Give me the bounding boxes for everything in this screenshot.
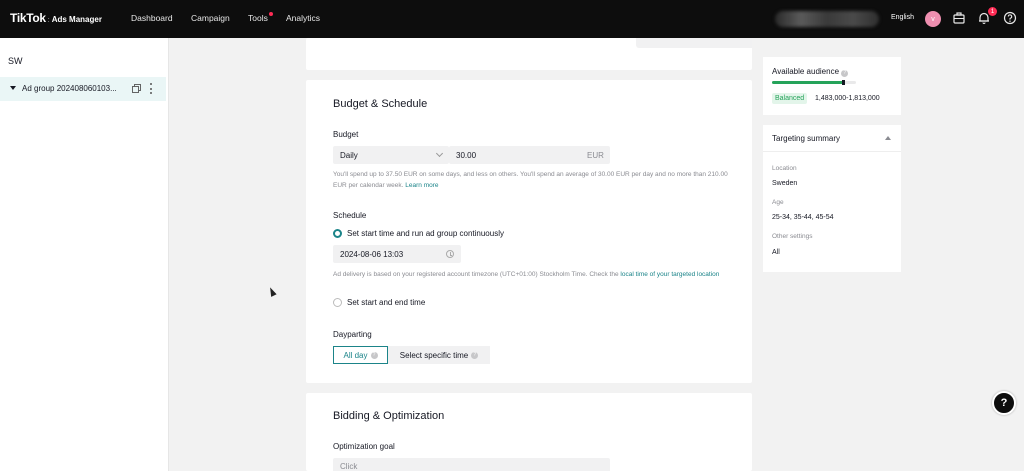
audience-size-meter: [772, 80, 856, 85]
collapse-icon[interactable]: [885, 136, 891, 140]
location-value: Sweden: [772, 180, 798, 187]
schedule-continuous-radio[interactable]: [333, 229, 342, 238]
info-icon[interactable]: ?: [841, 70, 849, 77]
learn-more-link[interactable]: Learn more: [405, 182, 438, 189]
notification-count-badge: 1: [988, 7, 997, 16]
timezone-help-body: Ad delivery is based on your registered …: [333, 271, 619, 278]
section-tab-fragment: [636, 38, 752, 48]
bidding-optimization-card: Bidding & Optimization Optimization goal…: [306, 393, 752, 471]
optimization-goal-label: Optimization goal: [333, 442, 395, 451]
audience-meter-fill: [772, 81, 844, 84]
divider: [763, 151, 901, 152]
previous-section-card: [306, 38, 752, 70]
account-label: SW: [8, 56, 23, 66]
chevron-down-icon: [435, 149, 444, 158]
budget-help-body: You'll spend up to 37.50 EUR on some day…: [333, 171, 728, 189]
dayparting-specific-time-button[interactable]: Select specific time ?: [388, 346, 490, 364]
budget-label: Budget: [333, 130, 359, 139]
avatar[interactable]: v: [925, 11, 941, 27]
available-audience-title: Available audience ?: [772, 67, 849, 77]
other-settings-label: Other settings: [772, 233, 813, 240]
logo-separator: :: [47, 17, 50, 24]
local-time-link[interactable]: local time of your targeted location: [620, 271, 719, 278]
schedule-label: Schedule: [333, 211, 367, 220]
tools-notification-dot: [268, 12, 273, 16]
available-audience-label: Available audience: [772, 67, 840, 76]
top-navigation-bar: TikTok : Ads Manager Dashboard Campaign …: [0, 0, 1024, 38]
help-floating-button[interactable]: ?: [992, 391, 1016, 415]
clock-icon: [446, 250, 454, 258]
copy-icon[interactable]: [132, 84, 141, 93]
tiktok-ads-manager-logo[interactable]: TikTok : Ads Manager: [10, 11, 102, 25]
budget-type-value: Daily: [340, 151, 358, 160]
info-icon: ?: [471, 351, 479, 359]
schedule-continuous-label[interactable]: Set start time and run ad group continuo…: [347, 229, 504, 238]
budget-currency: EUR: [587, 151, 604, 160]
age-label: Age: [772, 199, 784, 206]
bidding-section-title: Bidding & Optimization: [333, 410, 445, 422]
timezone-help-text: Ad delivery is based on your registered …: [333, 269, 733, 280]
budget-amount-value: 30.00: [456, 151, 477, 160]
budget-amount-input[interactable]: 30.00 EUR: [449, 146, 610, 164]
budget-help-text: You'll spend up to 37.50 EUR on some day…: [333, 169, 733, 191]
nav-campaign[interactable]: Campaign: [191, 13, 230, 23]
schedule-start-end-radio[interactable]: [333, 298, 342, 307]
other-settings-value: All: [772, 249, 780, 256]
start-datetime-picker[interactable]: 2024-08-06 13:03: [333, 245, 461, 263]
logo-brand: TikTok: [10, 11, 46, 25]
audience-status-badge: Balanced: [772, 93, 808, 104]
nav-tools[interactable]: Tools: [248, 12, 273, 23]
audience-range: 1,483,000-1,813,000: [815, 95, 880, 102]
mouse-cursor: [267, 286, 277, 297]
available-audience-panel: Available audience ? Balanced 1,483,000-…: [763, 57, 901, 115]
help-circle-icon[interactable]: [1003, 11, 1017, 25]
schedule-start-end-label[interactable]: Set start and end time: [347, 298, 425, 307]
audience-meter-indicator: [842, 80, 846, 85]
language-selector[interactable]: English: [891, 14, 914, 21]
targeting-summary-panel: Targeting summary Location Sweden Age 25…: [763, 125, 901, 272]
budget-schedule-card: Budget & Schedule Budget Daily 30.00 EUR…: [306, 80, 752, 383]
location-label: Location: [772, 165, 797, 172]
specific-time-label: Select specific time: [399, 350, 469, 360]
optimization-goal-select[interactable]: Click: [333, 458, 610, 471]
nav-analytics[interactable]: Analytics: [286, 13, 320, 23]
budget-section-title: Budget & Schedule: [333, 98, 428, 110]
briefcase-icon[interactable]: [952, 11, 966, 25]
optimization-goal-value: Click: [340, 462, 358, 471]
more-vertical-icon[interactable]: [149, 83, 153, 94]
all-day-label: All day: [343, 350, 368, 360]
logo-product: Ads Manager: [51, 15, 102, 24]
dayparting-all-day-button[interactable]: All day ?: [333, 346, 388, 364]
dayparting-label: Dayparting: [333, 330, 372, 339]
account-switcher[interactable]: [775, 11, 879, 27]
sidebar: SW Ad group 202408060103...: [0, 38, 169, 471]
ad-group-name: Ad group 202408060103...: [22, 84, 117, 93]
age-value: 25-34, 35-44, 45-54: [772, 214, 834, 221]
caret-down-icon[interactable]: [10, 86, 16, 90]
budget-type-select[interactable]: Daily: [333, 146, 449, 164]
nav-dashboard[interactable]: Dashboard: [131, 13, 173, 23]
nav-tools-label: Tools: [248, 13, 268, 23]
targeting-summary-title: Targeting summary: [772, 134, 841, 143]
start-datetime-value: 2024-08-06 13:03: [340, 250, 404, 259]
sidebar-item-ad-group[interactable]: Ad group 202408060103...: [0, 77, 166, 101]
info-icon: ?: [370, 351, 378, 359]
